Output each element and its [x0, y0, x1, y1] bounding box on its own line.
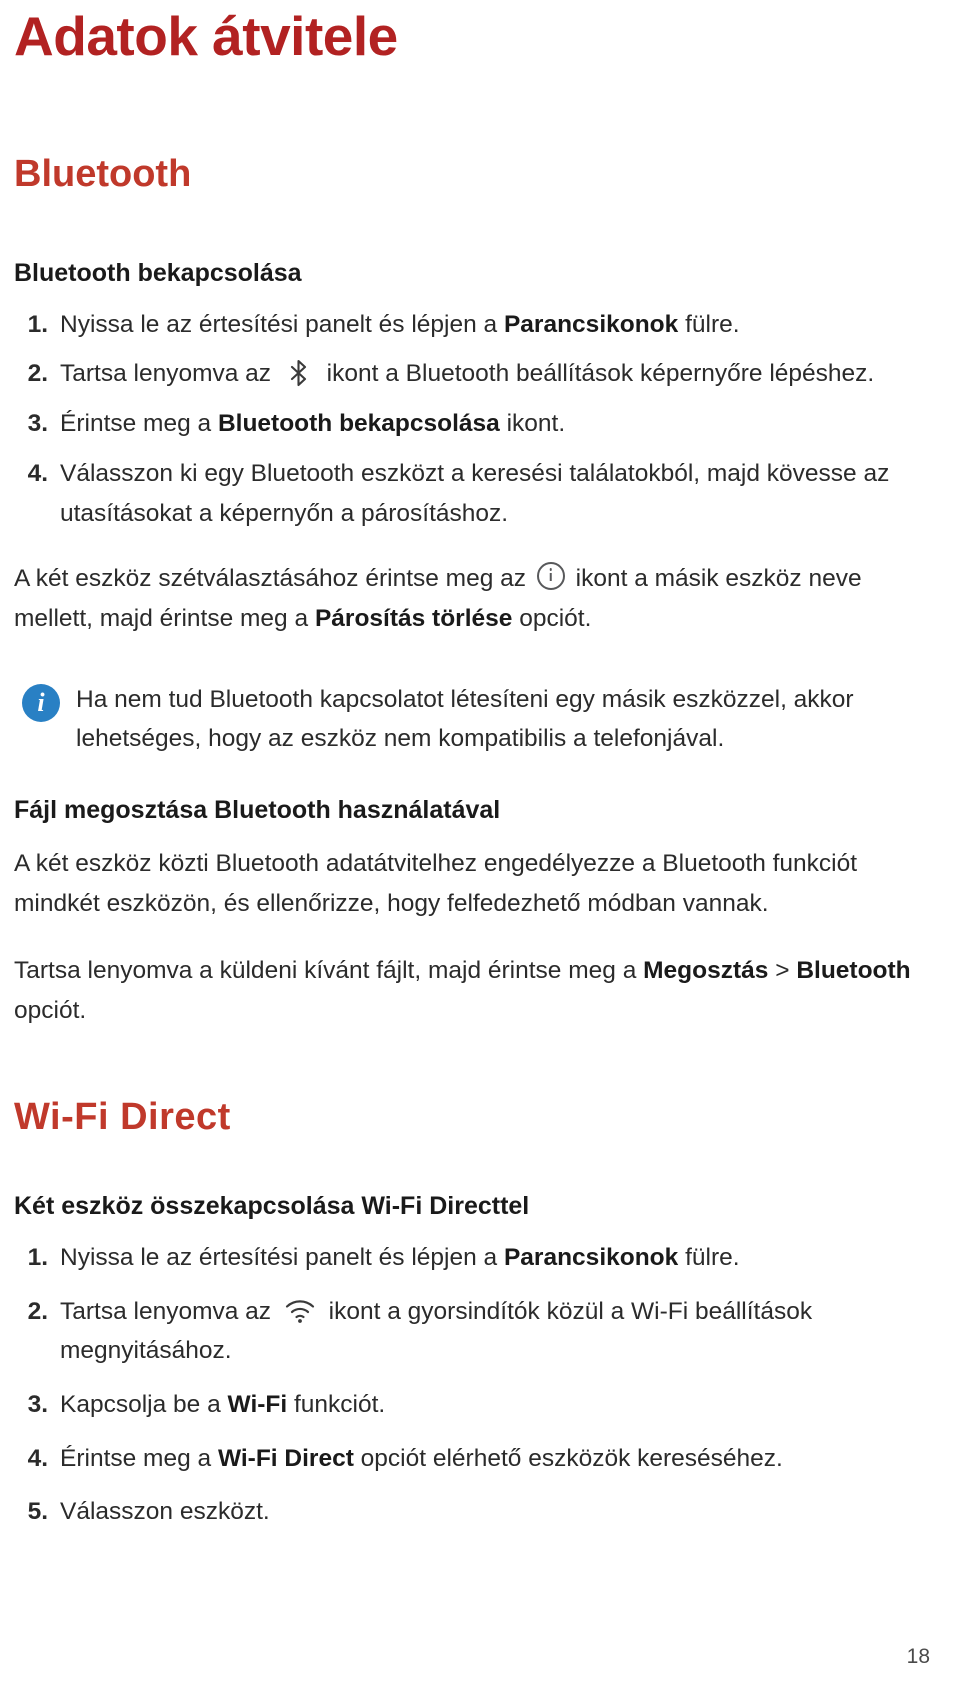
section-heading-bluetooth: Bluetooth — [14, 152, 192, 195]
list-item-text: Válasszon eszközt. — [60, 1498, 270, 1526]
list-item-text: Érintse meg a — [60, 1444, 218, 1472]
list-item-text: Tartsa lenyomva az — [60, 1297, 278, 1325]
list-item-number: 3. — [27, 410, 48, 438]
list-item-text-tail: funkciót. — [287, 1391, 386, 1418]
section-heading-wifi-direct: Wi-Fi Direct — [14, 1095, 231, 1138]
subsection-heading-bluetooth-enable: Bluetooth bekapcsolása — [14, 258, 302, 287]
subsection-heading-wifi-connect: Két eszköz összekapcsolása Wi-Fi Directt… — [14, 1191, 530, 1220]
list-item-text: Tartsa lenyomva az — [60, 360, 278, 388]
list-item-number: 5. — [27, 1498, 48, 1526]
paragraph-bold-share: Megosztás — [643, 956, 769, 984]
paragraph-bold-bluetooth: Bluetooth — [796, 956, 911, 984]
paragraph-part-2: > — [768, 956, 797, 984]
page-title: Adatok átvitele — [14, 5, 398, 67]
list-item: 4. Érintse meg a Wi-Fi Direct opciót elér… — [14, 1439, 930, 1479]
list-item-number: 2. — [27, 1297, 48, 1325]
list-item: 1. Nyissa le az értesítési panelt és lépj… — [14, 305, 930, 345]
list-item-number: 1. — [27, 1243, 48, 1271]
page-number: 18 — [906, 1645, 930, 1668]
list-item-text-tail: ikont a Bluetooth beállítások képernyőre… — [319, 360, 875, 388]
list-item-number: 4. — [27, 1444, 48, 1472]
list-item-text-tail: ikont. — [499, 410, 566, 438]
paragraph-part-1: Tartsa lenyomva a küldeni kívánt fájlt, … — [14, 956, 644, 984]
paragraph-file-share-2: Tartsa lenyomva a küldeni kívánt fájlt, … — [14, 925, 930, 1031]
paragraph-bold: Párosítás törlése — [314, 605, 513, 633]
paragraph-unpair: A két eszköz szétválasztásához érintse m… — [14, 533, 930, 639]
list-item-bold: Wi-Fi Direct — [217, 1444, 354, 1472]
list-item: 1. Nyissa le az értesítési panelt és lépj… — [14, 1238, 930, 1278]
paragraph-file-share-1: A két eszköz közti Bluetooth adatátvitel… — [14, 850, 858, 918]
note-text: Ha nem tud Bluetooth kapcsolatot létesít… — [76, 685, 854, 753]
list-item-text: Nyissa le az értesítési panelt és lépjen… — [60, 1243, 504, 1271]
list-item-bold: Bluetooth bekapcsolása — [217, 410, 500, 438]
list-item-number: 2. — [27, 360, 48, 388]
list-item-number: 1. — [27, 310, 48, 338]
list-item-text-tail: fülre. — [678, 310, 740, 338]
paragraph-part-3: opciót. — [14, 996, 87, 1024]
list-item-text: Válasszon ki egy Bluetooth eszközt a ker… — [60, 459, 890, 527]
bluetooth-icon — [286, 358, 312, 388]
list-item-number: 4. — [27, 459, 48, 487]
info-circle-icon — [536, 562, 565, 591]
paragraph-part-3: opciót. — [512, 605, 592, 633]
list-item-text-tail: fülre. — [678, 1243, 740, 1271]
subsection-heading-file-share: Fájl megosztása Bluetooth használatával — [14, 795, 501, 824]
list-item-text: Kapcsolja be a — [60, 1391, 228, 1418]
list-item-text: Érintse meg a — [60, 410, 218, 438]
steps-list-wifi: 1. Nyissa le az értesítési panelt és lépj… — [14, 1238, 930, 1532]
list-item-text: Nyissa le az értesítési panelt és lépjen… — [60, 310, 504, 338]
list-item: 2. Tartsa lenyomva az ikont a gyorsindító… — [14, 1292, 930, 1371]
list-item-number: 3. — [27, 1391, 48, 1418]
paragraph-part-1: A két eszköz szétválasztásához érintse m… — [14, 565, 533, 593]
list-item-bold: Parancsikonok — [503, 310, 679, 338]
list-item-bold: Wi-Fi — [227, 1391, 288, 1418]
document-page: Adatok átvitele Bluetooth Bluetooth beka… — [0, 0, 960, 1687]
info-badge-icon: i — [22, 683, 60, 722]
list-item: 3. Érintse meg a Bluetooth bekapcsolása i… — [14, 404, 930, 444]
steps-list-bluetooth: 1. Nyissa le az értesítési panelt és lépj… — [14, 305, 930, 533]
list-item: 5. Válasszon eszközt. — [14, 1492, 930, 1532]
list-item: 2. Tartsa lenyomva az ikont a Bluetooth b… — [14, 354, 930, 394]
note-callout: i Ha nem tud Bluetooth kapcsolatot létes… — [14, 640, 930, 759]
list-item: 4. Válasszon ki egy Bluetooth eszközt a k… — [14, 454, 930, 533]
list-item-text-tail: opciót elérhető eszközök kereséséhez. — [353, 1444, 783, 1472]
list-item-bold: Parancsikonok — [503, 1243, 679, 1271]
list-item: 3. Kapcsolja be a Wi-Fi funkciót. — [14, 1385, 930, 1425]
wifi-icon — [284, 1298, 316, 1324]
